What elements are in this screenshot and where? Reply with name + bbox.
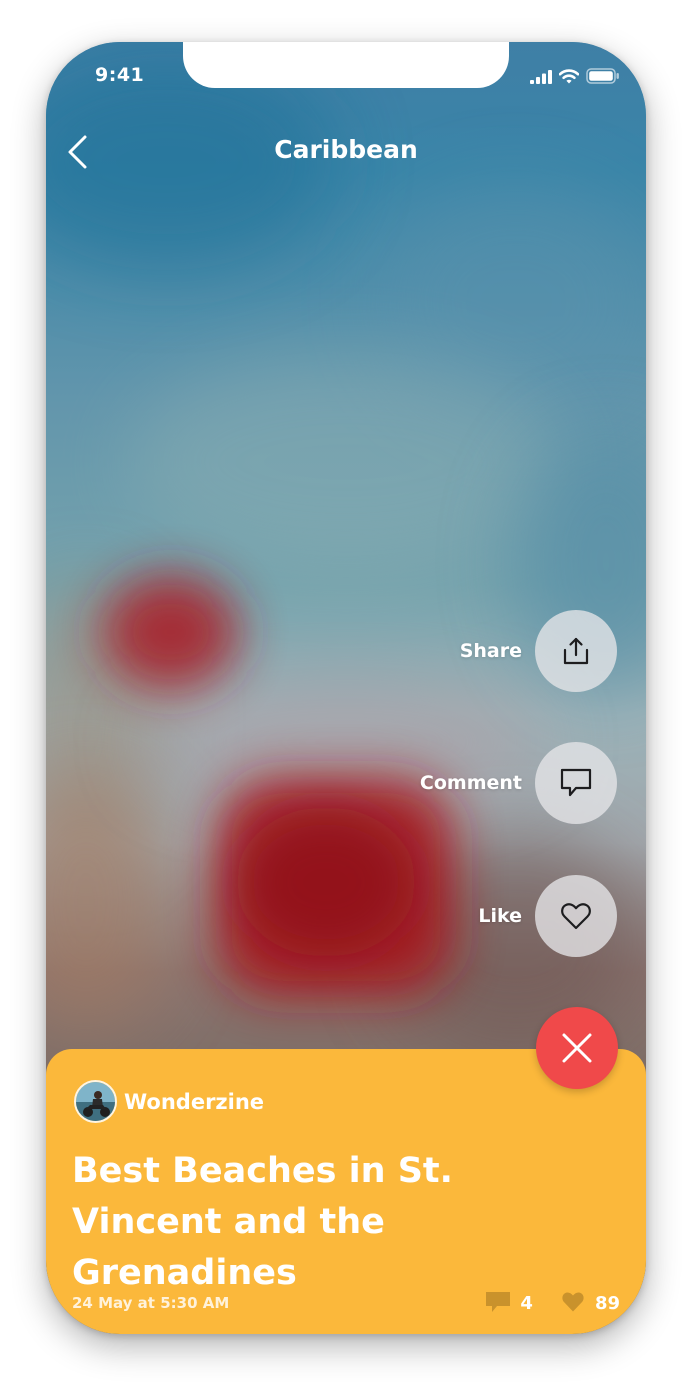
share-button[interactable]: [535, 610, 617, 692]
cellular-signal-icon: [530, 69, 552, 88]
article-stats: 4 89: [485, 1290, 620, 1317]
like-count-icon: [560, 1290, 586, 1317]
article-card[interactable]: Wonderzine Best Beaches in St. Vincent a…: [46, 1049, 646, 1334]
share-label: Share: [459, 640, 522, 662]
heart-icon: [561, 903, 591, 930]
comment-action: Comment: [420, 742, 617, 824]
page-title: Caribbean: [274, 135, 418, 164]
article-title: Best Beaches in St. Vincent and the Gren…: [72, 1151, 453, 1293]
close-button[interactable]: [536, 1007, 618, 1089]
comment-button[interactable]: [535, 742, 617, 824]
device-notch: [183, 42, 509, 88]
like-label: Like: [478, 905, 522, 927]
share-icon: [563, 637, 589, 665]
wifi-icon: [558, 68, 580, 88]
author-name: Wonderzine: [124, 1089, 265, 1114]
comment-count: 4: [520, 1293, 533, 1314]
author-row[interactable]: Wonderzine: [74, 1080, 264, 1123]
comment-label: Comment: [419, 772, 522, 794]
comment-count-icon: [485, 1291, 511, 1317]
status-time: 9:41: [95, 64, 145, 86]
battery-icon: [586, 68, 620, 88]
like-button[interactable]: [535, 875, 617, 957]
status-icons: [530, 68, 620, 88]
like-action: Like: [478, 875, 617, 957]
phone-screen: 9:41 Caribbean Share Comment Like Wonder…: [46, 42, 646, 1334]
avatar: [74, 1080, 117, 1123]
close-icon: [562, 1033, 592, 1063]
like-count: 89: [594, 1293, 620, 1314]
share-action: Share: [460, 610, 617, 692]
comment-icon: [560, 768, 592, 797]
article-date: 24 May at 5:30 AM: [72, 1294, 230, 1312]
